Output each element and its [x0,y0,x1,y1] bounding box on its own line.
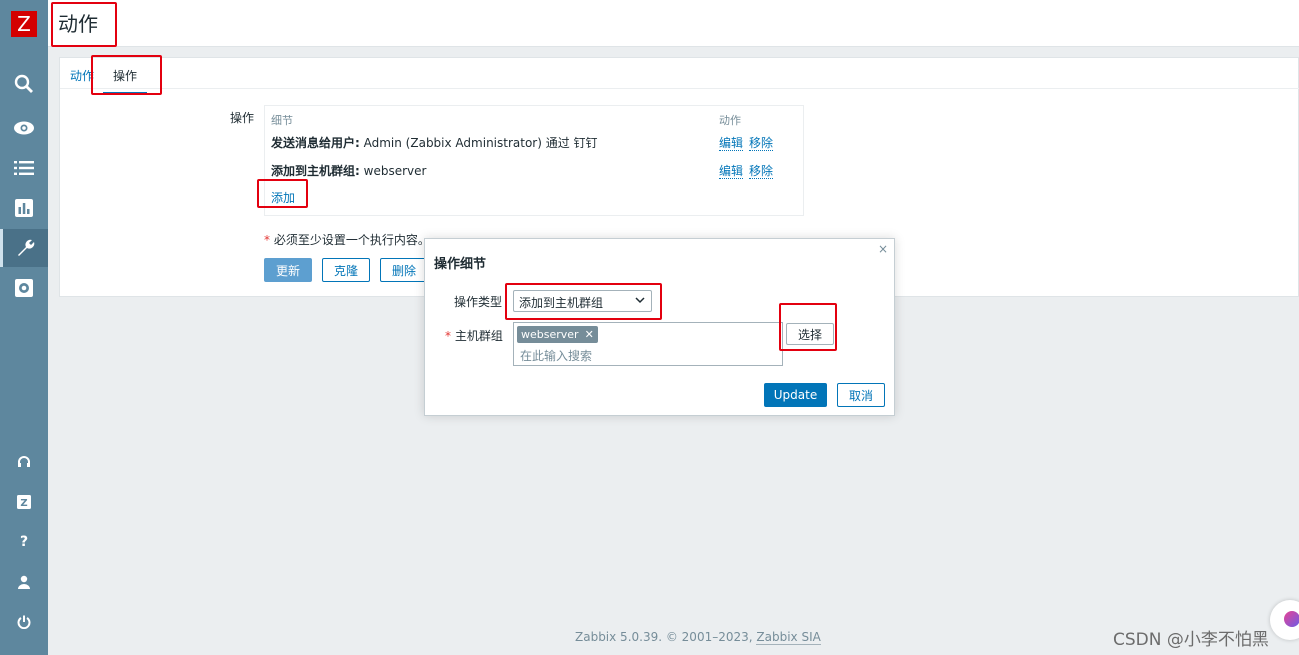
operation-detail: Admin (Zabbix Administrator) 通过 钉钉 [359,136,598,150]
hint-text: 必须至少设置一个执行内容。 [270,233,430,247]
column-header-details: 细节 [271,114,293,127]
operation-type-label: 操作类型 [454,295,503,309]
clone-button[interactable]: 克隆 [322,258,370,282]
wrench-icon[interactable] [0,229,48,267]
host-group-label: * 主机群组 [445,329,503,343]
remove-link[interactable]: 移除 [749,136,774,151]
chart-icon[interactable] [0,189,48,227]
footer-text: Zabbix 5.0.39. © 2001–2023, [575,630,757,644]
add-operation-link[interactable]: 添加 [271,189,296,207]
zabbix-z-glyph: Z [20,498,27,509]
tab-bar: 动作 操作 [60,58,1299,95]
close-icon[interactable]: × [878,242,888,256]
edit-link[interactable]: 编辑 [719,136,744,151]
host-group-multiselect[interactable]: webserver ✕ 在此输入搜索 [513,322,783,366]
search-icon[interactable] [0,65,48,103]
headset-icon[interactable] [0,443,48,481]
list-icon[interactable] [0,149,48,187]
operation-type: 添加到主机群组: [271,164,360,178]
column-header-action: 动作 [719,114,741,127]
delete-button[interactable]: 删除 [380,258,428,282]
operations-label: 操作 [230,111,255,125]
page-header: 动作 [48,0,1299,47]
brain-icon [1284,611,1299,627]
operation-detail: webserver [359,164,427,178]
floating-assistant-button[interactable] [1270,600,1299,640]
tab-operations[interactable]: 操作 [103,67,148,95]
table-row: 添加到主机群组: webserver [271,162,426,179]
dialog-cancel-button[interactable]: 取消 [837,383,885,407]
search-input[interactable]: 在此输入搜索 [520,347,592,364]
row-actions: 编辑 移除 [719,134,779,151]
zabbix-z-icon[interactable]: Z [0,483,48,521]
power-icon[interactable] [0,603,48,641]
dialog-title: 操作细节 [434,257,487,272]
sidebar: Z Z ? [0,0,48,655]
operation-type-value: 添加到主机群组 [519,296,604,310]
remove-link[interactable]: 移除 [749,164,774,179]
page-footer: Zabbix 5.0.39. © 2001–2023, Zabbix SIA [575,630,821,645]
host-group-chip: webserver ✕ [517,326,598,343]
user-icon[interactable] [0,563,48,601]
help-icon[interactable]: ? [0,523,48,561]
select-button[interactable]: 选择 [786,323,834,345]
operations-table: 细节 动作 发送消息给用户: Admin (Zabbix Administrat… [264,105,804,216]
dialog-update-button[interactable]: Update [764,383,827,407]
gear-icon[interactable] [0,269,48,307]
table-row: 发送消息给用户: Admin (Zabbix Administrator) 通过… [271,134,598,151]
chip-remove-icon[interactable]: ✕ [585,328,594,341]
eye-icon[interactable] [0,109,48,147]
edit-link[interactable]: 编辑 [719,164,744,179]
page-title: 动作 [58,12,98,36]
row-actions: 编辑 移除 [719,162,779,179]
footer-link[interactable]: Zabbix SIA [756,630,821,645]
operation-type-select[interactable]: 添加到主机群组 [513,290,652,312]
tab-action[interactable]: 动作 [70,67,94,84]
zabbix-logo[interactable]: Z [11,11,37,37]
operation-details-dialog: 操作细节 × 操作类型 添加到主机群组 * 主机群组 webserver ✕ 在… [424,238,895,416]
chevron-down-icon [635,297,645,304]
update-button[interactable]: 更新 [264,258,312,282]
chip-label: webserver [521,328,579,341]
required-hint: * 必须至少设置一个执行内容。 [264,231,430,248]
watermark: CSDN @小李不怕黑 [1113,630,1269,650]
operation-type: 发送消息给用户: [271,136,360,150]
